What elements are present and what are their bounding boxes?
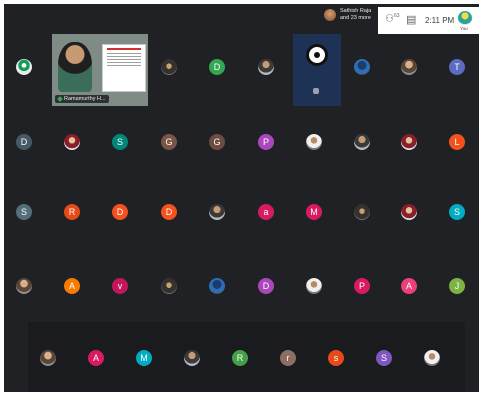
- participant-avatar-photo[interactable]: [161, 59, 177, 75]
- participant-avatar-letter[interactable]: D: [161, 204, 177, 220]
- people-count: 63: [393, 13, 400, 19]
- participant-avatar-letter[interactable]: G: [209, 134, 225, 150]
- participant-avatar-letter[interactable]: M: [136, 350, 152, 366]
- participant-avatar-letter[interactable]: a: [258, 204, 274, 220]
- participant-avatar-letter[interactable]: r: [280, 350, 296, 366]
- participant-avatar-letter[interactable]: S: [449, 204, 465, 220]
- people-icon[interactable]: ⚇63: [385, 13, 400, 24]
- participant-avatar-letter[interactable]: S: [16, 204, 32, 220]
- participant-avatar-letter[interactable]: T: [449, 59, 465, 75]
- participant-avatar-letter[interactable]: L: [449, 134, 465, 150]
- participant-avatar-letter[interactable]: D: [16, 134, 32, 150]
- participant-avatar-letter[interactable]: R: [64, 204, 80, 220]
- participant-avatar-photo[interactable]: [354, 204, 370, 220]
- participant-avatar-letter[interactable]: J: [449, 278, 465, 294]
- participant-avatar-photo[interactable]: [161, 278, 177, 294]
- participant-avatar-letter[interactable]: D: [112, 204, 128, 220]
- shared-slide: [102, 44, 146, 92]
- participant-avatar-photo[interactable]: [354, 59, 370, 75]
- participant-avatar-letter[interactable]: D: [258, 278, 274, 294]
- participant-avatar-photo[interactable]: [184, 350, 200, 366]
- participant-avatar-photo[interactable]: [401, 134, 417, 150]
- speaker-name-tag: Ramamurthy H...: [55, 95, 109, 103]
- chat-icon[interactable]: ▤: [406, 13, 416, 26]
- participant-avatar-letter[interactable]: G: [161, 134, 177, 150]
- participant-avatar-letter[interactable]: A: [64, 278, 80, 294]
- meeting-window: Sathish Raja and 23 more ⚇63 ▤ 2:11 PM Y…: [4, 4, 479, 392]
- featured-video-tile[interactable]: Ramamurthy H...: [52, 34, 148, 106]
- speaker-name: Ramamurthy H...: [64, 96, 106, 102]
- presenter-more: and 23 more: [340, 15, 371, 21]
- participant-avatar-photo[interactable]: [354, 134, 370, 150]
- mic-off-icon: [313, 88, 319, 94]
- participant-avatar-letter[interactable]: M: [306, 204, 322, 220]
- participant-avatar-photo[interactable]: [16, 278, 32, 294]
- self-label: You: [460, 26, 468, 31]
- participant-avatar-letter[interactable]: A: [88, 350, 104, 366]
- participant-avatar-letter[interactable]: v: [112, 278, 128, 294]
- participant-avatar-photo[interactable]: [258, 59, 274, 75]
- participant-avatar-photo[interactable]: [209, 278, 225, 294]
- participant-avatar-photo[interactable]: [209, 204, 225, 220]
- participant-avatar-letter[interactable]: S: [376, 350, 392, 366]
- participant-avatar-letter[interactable]: D: [209, 59, 225, 75]
- presenter-text: Sathish Raja and 23 more: [340, 8, 371, 22]
- presenter-name: Sathish Raja: [340, 8, 372, 14]
- obs-camera-tile[interactable]: [293, 34, 341, 106]
- participant-avatar-photo[interactable]: [401, 59, 417, 75]
- participant-avatar-photo[interactable]: [16, 59, 32, 75]
- participant-avatar-letter[interactable]: R: [232, 350, 248, 366]
- participant-avatar-photo[interactable]: [306, 134, 322, 150]
- pin-icon: [57, 96, 63, 102]
- top-bar: Sathish Raja and 23 more ⚇63 ▤ 2:11 PM Y…: [4, 4, 479, 34]
- participant-avatar-letter[interactable]: P: [258, 134, 274, 150]
- participant-avatar-letter[interactable]: S: [112, 134, 128, 150]
- participant-avatar-letter[interactable]: s: [328, 350, 344, 366]
- self-avatar[interactable]: [458, 11, 472, 25]
- obs-logo-icon: [306, 44, 328, 66]
- status-tray: ⚇63 ▤ 2:11 PM You: [378, 7, 479, 34]
- participant-avatar-letter[interactable]: P: [354, 278, 370, 294]
- speaker-video: [58, 42, 92, 92]
- participant-avatar-letter[interactable]: A: [401, 278, 417, 294]
- participant-avatar-photo[interactable]: [306, 278, 322, 294]
- participant-avatar-photo[interactable]: [40, 350, 56, 366]
- presenter-avatar: [324, 9, 336, 21]
- clock: 2:11 PM: [425, 16, 455, 25]
- participant-avatar-photo[interactable]: [64, 134, 80, 150]
- presenter-chip[interactable]: Sathish Raja and 23 more: [324, 8, 371, 22]
- participant-avatar-photo[interactable]: [424, 350, 440, 366]
- participant-avatar-photo[interactable]: [401, 204, 417, 220]
